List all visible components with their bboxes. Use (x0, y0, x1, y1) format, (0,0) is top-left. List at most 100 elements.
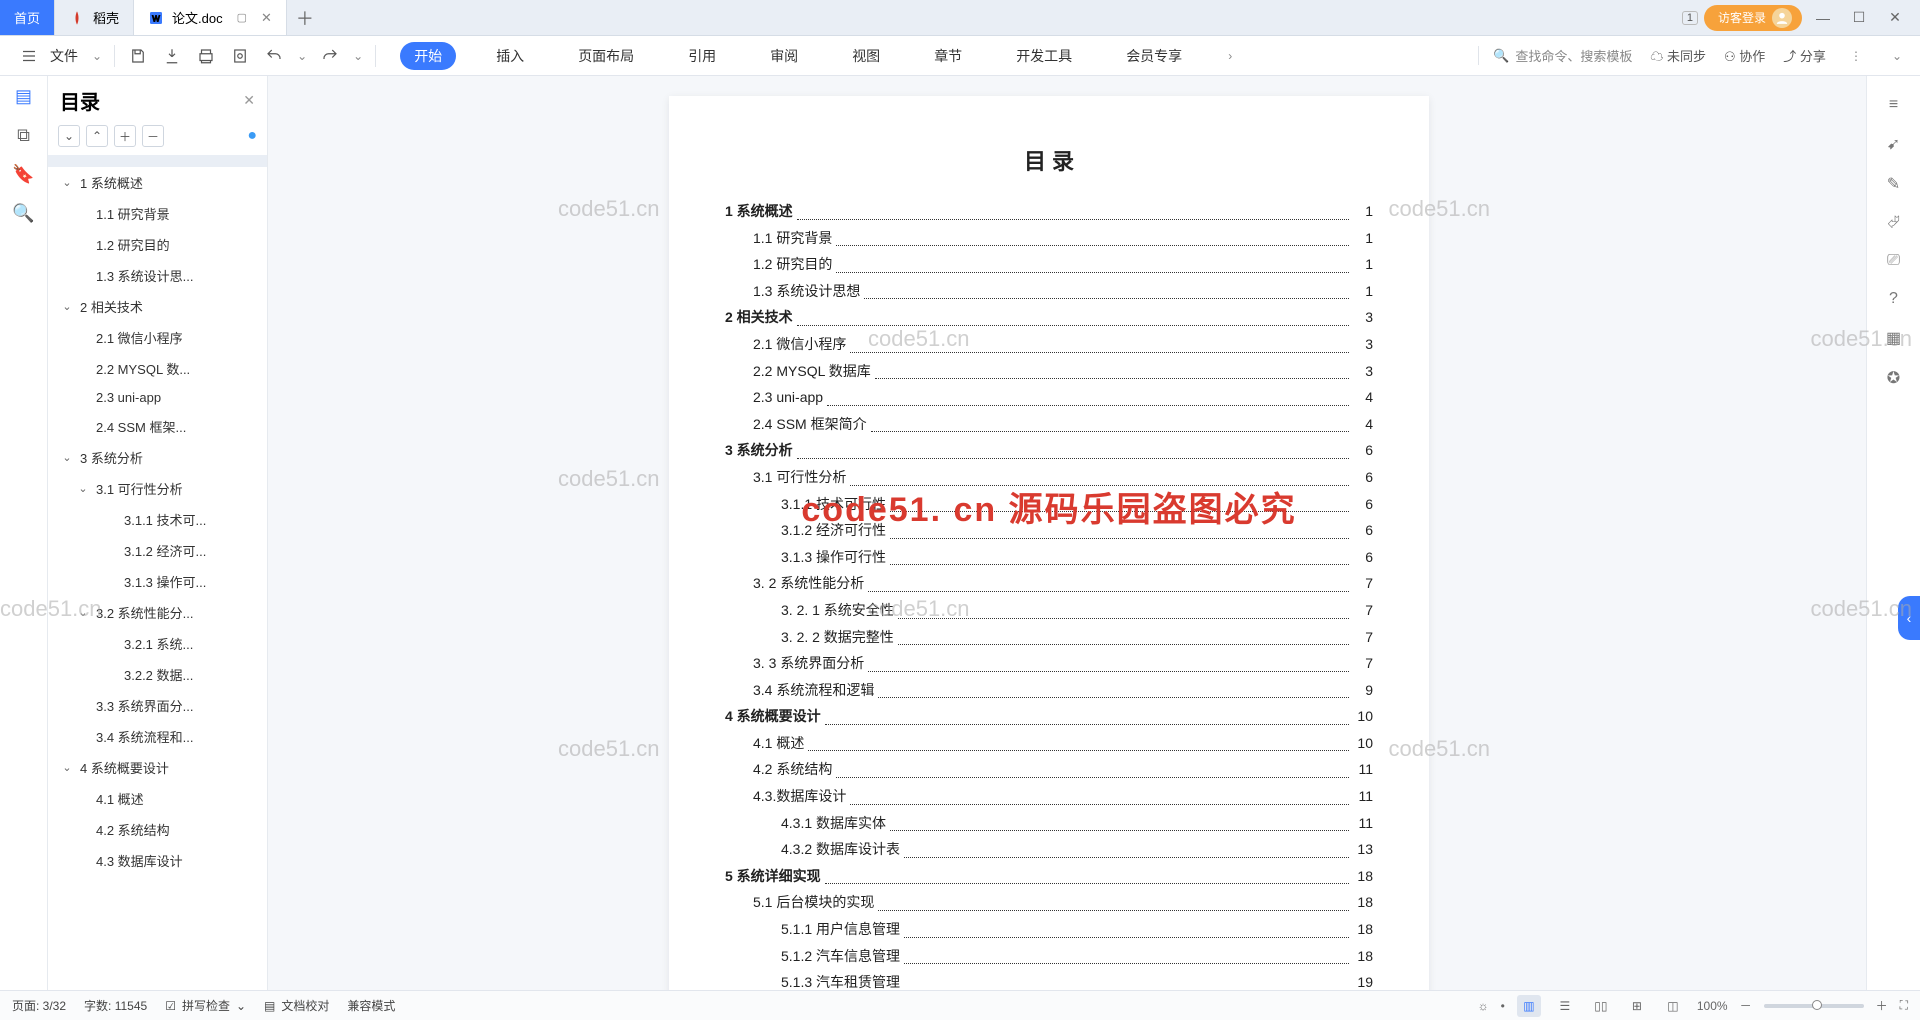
right-rail-tool-icon[interactable]: ✪ (1887, 368, 1900, 388)
ribbon-kebab-icon[interactable]: ⋮ (1844, 49, 1868, 63)
outline-item[interactable]: 2.2 MYSQL 数... (48, 353, 267, 384)
outline-item[interactable]: 2.3 uni-app (48, 384, 267, 411)
outline-item[interactable]: 1.3 系统设计思... (48, 260, 267, 291)
search-rail-icon[interactable]: 🔍 (12, 203, 34, 224)
outline-item[interactable]: ⌄2 相关技术 (48, 291, 267, 322)
status-dot-icon[interactable]: • (1501, 999, 1505, 1013)
toc-row[interactable]: 3. 2 系统性能分析7 (725, 570, 1373, 597)
ribbon-rail-icon[interactable]: 🔖 (12, 164, 34, 185)
tab-home[interactable]: 首页 (0, 0, 55, 35)
export-button[interactable] (155, 39, 189, 73)
outline-expand-all-button[interactable]: ⌃ (86, 125, 108, 147)
save-button[interactable] (121, 39, 155, 73)
outline-item[interactable]: 3.2.2 数据... (48, 659, 267, 690)
add-tab-button[interactable]: ＋ (287, 0, 323, 35)
toc-row[interactable]: 3. 2. 1 系统安全性7 (725, 597, 1373, 624)
toc-row[interactable]: 4.3.2 数据库设计表13 (725, 836, 1373, 863)
toc-row[interactable]: 3. 2. 2 数据完整性7 (725, 624, 1373, 651)
right-rail-rocket-icon[interactable]: ➹ (1887, 134, 1900, 154)
zoom-label[interactable]: 100% (1697, 999, 1728, 1013)
outline-remove-button[interactable]: － (142, 125, 164, 147)
outline-item[interactable]: ⌄3.2 系统性能分... (48, 597, 267, 628)
window-minimize-button[interactable]: ― (1808, 3, 1838, 33)
ribbon-tab-references[interactable]: 引用 (674, 42, 730, 70)
right-rail-settings-icon[interactable]: ⎚ (1887, 252, 1900, 270)
fullscreen-icon[interactable]: ⛶ (1900, 998, 1908, 1013)
outline-item[interactable]: ⌄4 系统概要设计 (48, 752, 267, 783)
window-close-button[interactable]: ✕ (1880, 3, 1910, 33)
outline-item[interactable]: 2.4 SSM 框架... (48, 411, 267, 442)
outline-item[interactable] (48, 155, 267, 167)
toc-row[interactable]: 3.4 系统流程和逻辑9 (725, 677, 1373, 704)
ribbon-tab-view[interactable]: 视图 (838, 42, 894, 70)
toc-row[interactable]: 3.1 可行性分析6 (725, 464, 1373, 491)
ribbon-tab-vip[interactable]: 会员专享 (1112, 42, 1196, 70)
undo-dropdown-icon[interactable]: ⌄ (291, 49, 313, 63)
share-button[interactable]: ⤴ 分享 (1783, 46, 1826, 65)
ribbon-collapse-icon[interactable]: ⌄ (1886, 49, 1908, 63)
outline-add-button[interactable]: ＋ (114, 125, 136, 147)
bookmark-rail-icon[interactable]: ⧉ (17, 125, 30, 146)
outline-item[interactable]: 3.4 系统流程和... (48, 721, 267, 752)
toc-row[interactable]: 2.4 SSM 框架简介4 (725, 411, 1373, 438)
toc-row[interactable]: 3.1.3 操作可行性6 (725, 544, 1373, 571)
toc-row[interactable]: 4.1 概述10 (725, 730, 1373, 757)
toc-row[interactable]: 5.1.1 用户信息管理18 (725, 916, 1373, 943)
zoom-in-button[interactable]: ＋ (1876, 997, 1888, 1014)
focus-mode-icon[interactable]: ☼ (1478, 999, 1489, 1013)
hamburger-icon[interactable] (12, 39, 46, 73)
outline-item[interactable]: 4.3 数据库设计 (48, 845, 267, 876)
outline-item[interactable]: 3.1.2 经济可... (48, 535, 267, 566)
toc-row[interactable]: 2.1 微信小程序3 (725, 331, 1373, 358)
file-menu[interactable]: 文件 (50, 46, 78, 66)
toc-row[interactable]: 4.2 系统结构11 (725, 756, 1373, 783)
redo-dropdown-icon[interactable]: ⌄ (347, 49, 369, 63)
outline-item[interactable]: 4.1 概述 (48, 783, 267, 814)
status-spellcheck[interactable]: ☑拼写检查 ⌄ (165, 997, 246, 1014)
print-button[interactable] (189, 39, 223, 73)
ribbon-tab-layout[interactable]: 页面布局 (564, 42, 648, 70)
tab-daoke[interactable]: 稻壳 (55, 0, 134, 35)
window-maximize-button[interactable]: ☐ (1844, 3, 1874, 33)
right-rail-menu-icon[interactable]: ≡ (1889, 96, 1898, 114)
zoom-slider[interactable] (1764, 1004, 1864, 1008)
toc-row[interactable]: 2 相关技术3 (725, 304, 1373, 331)
outline-item[interactable]: 3.3 系统界面分... (48, 690, 267, 721)
outline-collapse-all-button[interactable]: ⌄ (58, 125, 80, 147)
tab-close-icon[interactable]: ✕ (261, 10, 272, 26)
toc-row[interactable]: 4.3.数据库设计11 (725, 783, 1373, 810)
ribbon-more-icon[interactable]: › (1222, 49, 1238, 63)
toc-row[interactable]: 5 系统详细实现18 (725, 863, 1373, 890)
undo-button[interactable] (257, 39, 291, 73)
view-outline-button[interactable]: ☰ (1553, 995, 1577, 1017)
outline-item[interactable]: 4.2 系统结构 (48, 814, 267, 845)
toc-row[interactable]: 3.1.1 技术可行性6 (725, 491, 1373, 518)
file-menu-chevron-icon[interactable]: ⌄ (86, 49, 108, 63)
view-read-button[interactable]: ▯▯ (1589, 995, 1613, 1017)
ribbon-tab-review[interactable]: 审阅 (756, 42, 812, 70)
view-full-button[interactable]: ◫ (1661, 995, 1685, 1017)
ribbon-tab-devtools[interactable]: 开发工具 (1002, 42, 1086, 70)
toc-row[interactable]: 2.2 MYSQL 数据库3 (725, 358, 1373, 385)
outline-rail-icon[interactable]: ▤ (15, 86, 32, 107)
view-page-button[interactable]: ▥ (1517, 995, 1541, 1017)
sync-status[interactable]: ☁ 未同步 (1650, 46, 1706, 65)
view-web-button[interactable]: ⊞ (1625, 995, 1649, 1017)
tab-document[interactable]: W 论文.doc ▢ ✕ (134, 0, 287, 35)
toc-row[interactable]: 5.1.3 汽车租赁管理19 (725, 969, 1373, 990)
status-compat-mode[interactable]: 兼容模式 (347, 997, 395, 1014)
command-search[interactable]: 🔍 查找命令、搜索模板 (1478, 46, 1632, 65)
toc-row[interactable]: 1.2 研究目的1 (725, 251, 1373, 278)
outline-settings-icon[interactable]: ● (247, 127, 257, 145)
outline-item[interactable]: 1.1 研究背景 (48, 198, 267, 229)
toc-row[interactable]: 3 系统分析6 (725, 437, 1373, 464)
ribbon-tab-start[interactable]: 开始 (400, 42, 456, 70)
outline-item[interactable]: 3.1.3 操作可... (48, 566, 267, 597)
outline-item[interactable]: 3.1.1 技术可... (48, 504, 267, 535)
outline-close-icon[interactable]: ✕ (243, 92, 255, 109)
window-index-badge[interactable]: 1 (1682, 11, 1698, 25)
print-preview-button[interactable] (223, 39, 257, 73)
status-word-count[interactable]: 字数: 11545 (84, 997, 147, 1014)
toc-row[interactable]: 5.1 后台模块的实现18 (725, 889, 1373, 916)
document-viewport[interactable]: 目 录 1 系统概述11.1 研究背景11.2 研究目的11.3 系统设计思想1… (268, 76, 1830, 990)
